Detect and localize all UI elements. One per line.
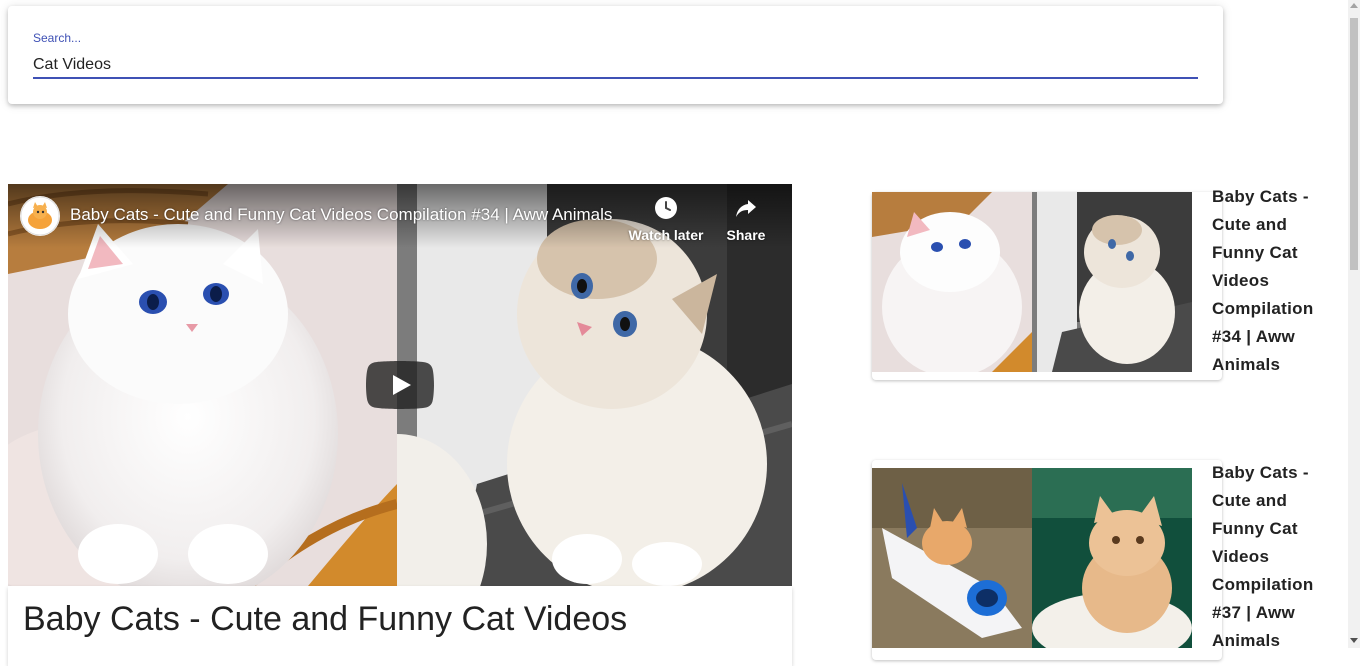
video-details-card: Baby Cats - Cute and Funny Cat Videos [8, 586, 792, 666]
related-video-title[interactable]: Baby Cats - Cute and Funny Cat Videos Co… [1212, 459, 1313, 655]
related-video-title[interactable]: Baby Cats - Cute and Funny Cat Videos Co… [1212, 183, 1313, 379]
channel-avatar[interactable] [20, 196, 60, 236]
related-video-thumbnail [872, 468, 1192, 648]
scroll-down-arrow-icon[interactable] [1350, 638, 1358, 643]
related-video-thumbnail [872, 192, 1192, 372]
search-input[interactable] [33, 52, 1198, 78]
related-video-card[interactable]: Baby Cats - Cute and Funny Cat Videos Co… [872, 187, 1313, 380]
share-label: Share [726, 227, 766, 243]
share-arrow-icon [736, 200, 756, 217]
clock-icon [655, 197, 677, 219]
watch-later-label: Watch later [628, 227, 704, 243]
related-video-card[interactable]: Baby Cats - Cute and Funny Cat Videos Co… [872, 460, 1313, 660]
player-video-title[interactable]: Baby Cats - Cute and Funny Cat Videos Co… [70, 205, 620, 225]
play-button[interactable] [366, 361, 434, 409]
video-player[interactable]: Baby Cats - Cute and Funny Cat Videos Co… [8, 184, 792, 586]
scrollbar-thumb[interactable] [1350, 18, 1358, 270]
share-button[interactable]: Share [720, 196, 772, 243]
page-title: Baby Cats - Cute and Funny Cat Videos [23, 600, 628, 638]
page-scrollbar[interactable] [1348, 0, 1360, 648]
scroll-up-arrow-icon[interactable] [1350, 3, 1358, 8]
search-underline [33, 77, 1198, 79]
search-container: Search... [8, 6, 1223, 104]
search-label: Search... [33, 31, 82, 45]
watch-later-button[interactable]: Watch later [626, 196, 706, 243]
